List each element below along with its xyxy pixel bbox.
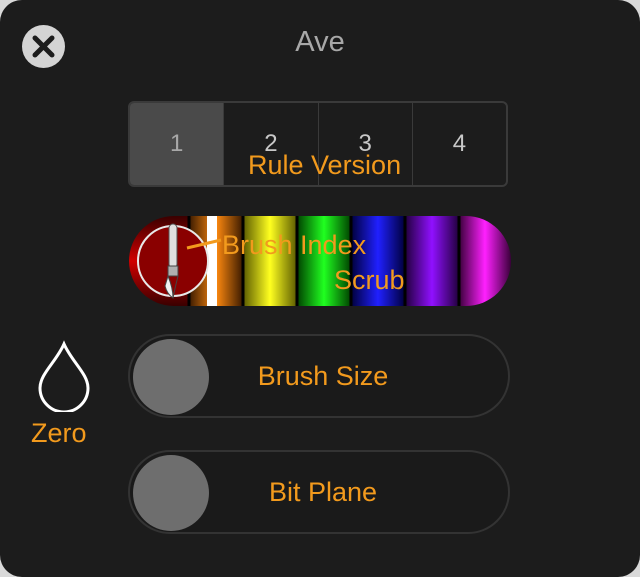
zero-button[interactable] <box>36 340 92 417</box>
brush-size-toggle[interactable]: Brush Size <box>128 334 510 418</box>
segment-label: 4 <box>452 130 467 157</box>
scrub-label: Scrub <box>334 265 405 295</box>
brush-size-label: Brush Size <box>257 361 389 391</box>
bit-plane-toggle[interactable]: Bit Plane <box>128 450 510 534</box>
rule-version-segment-4[interactable]: 4 <box>411 103 506 185</box>
bit-plane-label: Bit Plane <box>268 477 378 507</box>
rule-version-segment-1[interactable]: 1 <box>130 103 224 185</box>
brush-panel: Ave 1 2 3 4 Rule Version Brush Index Scr… <box>0 0 640 577</box>
toggle-knob[interactable] <box>133 455 209 531</box>
zero-label: Zero <box>31 418 87 448</box>
rule-version-label: Rule Version <box>248 150 402 180</box>
toggle-knob[interactable] <box>133 339 209 415</box>
segment-label: 1 <box>169 130 184 157</box>
drop-icon <box>38 340 90 414</box>
brush-index-label: Brush Index <box>222 230 367 260</box>
panel-title: Ave <box>295 26 345 58</box>
